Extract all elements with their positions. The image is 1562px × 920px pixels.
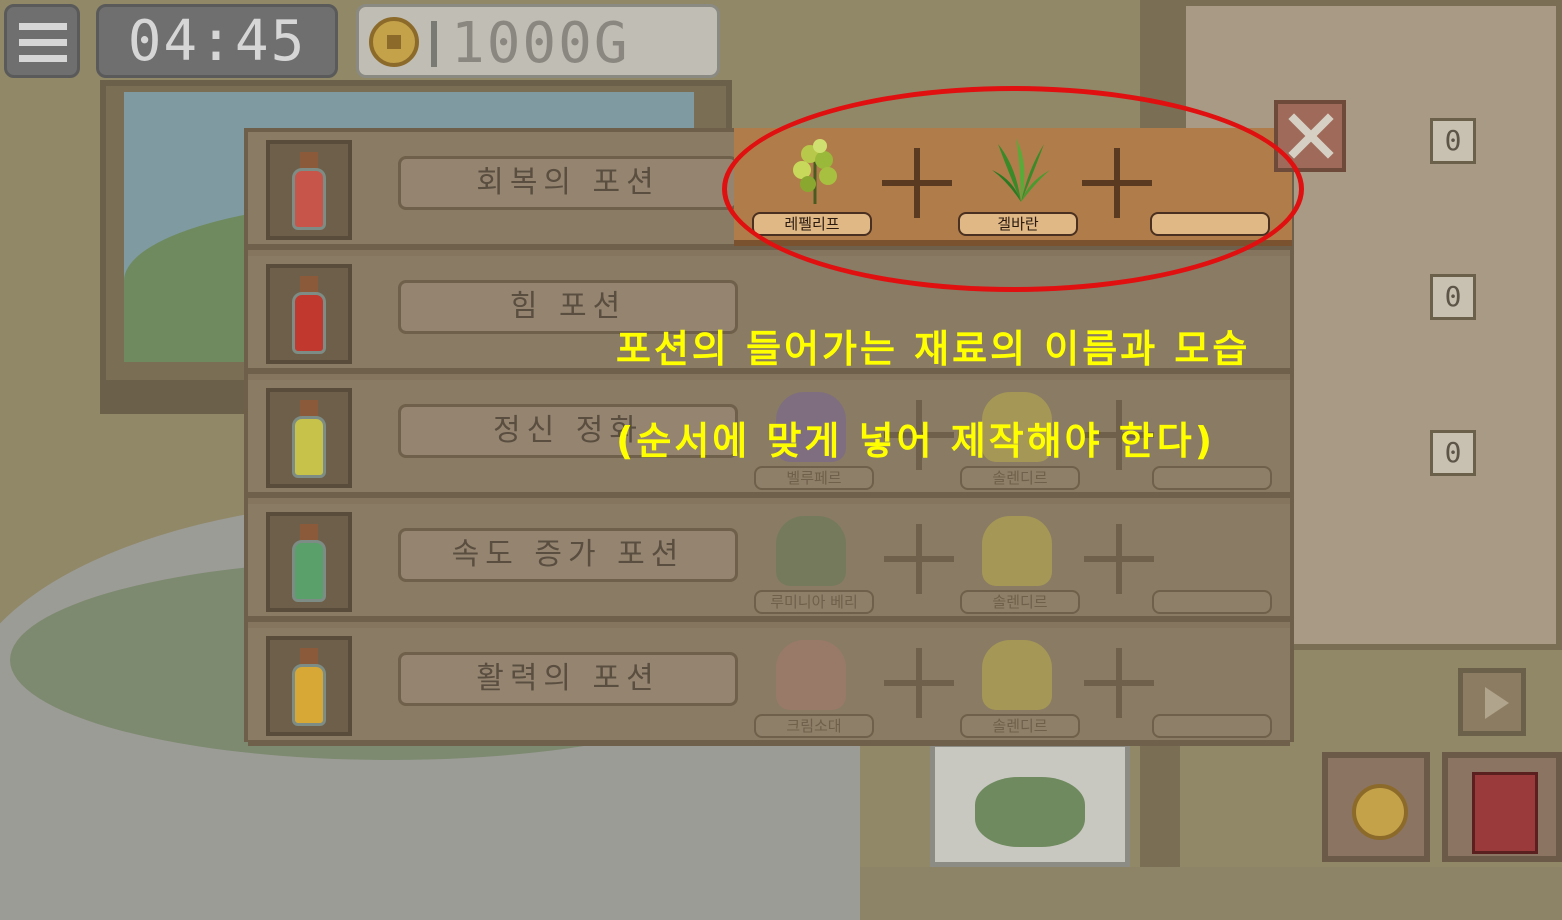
ingredient-label (1152, 714, 1272, 738)
ingredient-slot (1152, 634, 1272, 744)
coin-icon (369, 17, 419, 67)
gold-display: 1000G (356, 4, 720, 78)
recipe-name: 속도 증가 포션 (398, 528, 738, 582)
cork-icon (300, 648, 318, 664)
ingredient-slot: 레펠리프 (752, 132, 872, 240)
recipe-name: 활력의 포션 (398, 652, 738, 706)
ingredient-slot (1152, 510, 1272, 620)
coin-icon (1352, 784, 1408, 840)
ingredient-label: 벨루페르 (754, 466, 874, 490)
herb-icon (982, 640, 1052, 710)
potion-frame (266, 388, 352, 488)
ingredient-slot: 루미니아 베리 (754, 510, 874, 620)
cork-icon (300, 400, 318, 416)
potion-frame (266, 512, 352, 612)
herb-count-3: 0 (1430, 430, 1476, 476)
recipe-row[interactable]: 속도 증가 포션 루미니아 베리 솔렌디르 (248, 504, 1290, 622)
gold-amount: 1000G (451, 11, 630, 76)
ingredient-slot: 솔렌디르 (960, 510, 1080, 620)
potion-bottle-icon (292, 168, 326, 230)
herb-count-1: 0 (1430, 118, 1476, 164)
game-clock: 04:45 (96, 4, 338, 78)
aloe-herb-icon (992, 138, 1050, 202)
cork-icon (300, 152, 318, 168)
annotation-line-2: (순서에 맞게 넣어 제작해야 한다) (616, 419, 1216, 463)
ingredient-label: 레펠리프 (752, 212, 872, 236)
ingredient-label: 솔렌디르 (960, 590, 1080, 614)
plus-icon (882, 148, 952, 218)
ingredient-slot: 겔바란 (958, 132, 1078, 240)
recipe-row[interactable]: 활력의 포션 크림소대 솔렌디르 (248, 628, 1290, 746)
ingredient-slot: 솔렌디르 (960, 634, 1080, 744)
potion-frame (266, 264, 352, 364)
ingredient-slot: 크림소대 (754, 634, 874, 744)
herb-icon (982, 516, 1052, 586)
hamburger-line (19, 23, 67, 30)
potion-bottle-icon (292, 416, 326, 478)
highlighted-ingredients: 레펠리프 겔바란 (734, 128, 1292, 246)
ingredient-label: 솔렌디르 (960, 466, 1080, 490)
recipe-book-button[interactable] (1442, 752, 1562, 862)
divider (431, 21, 437, 67)
plus-icon (884, 648, 954, 718)
annotation-line-1: 포션의 들어가는 재료의 이름과 모습 (616, 327, 1251, 371)
potion-bottle-icon (292, 292, 326, 354)
herb-count-2: 0 (1430, 274, 1476, 320)
cork-icon (300, 276, 318, 292)
herb-icon (776, 516, 846, 586)
potion-bottle-icon (292, 664, 326, 726)
ingredient-label: 솔렌디르 (960, 714, 1080, 738)
plus-icon (1084, 648, 1154, 718)
ingredient-label: 크림소대 (754, 714, 874, 738)
menu-button[interactable] (4, 4, 80, 78)
ingredient-label: 겔바란 (958, 212, 1078, 236)
shop-button[interactable] (1322, 752, 1430, 862)
recipe-name: 회복의 포션 (398, 156, 738, 210)
plant-pot (930, 742, 1130, 867)
book-icon (1472, 772, 1538, 854)
potion-frame (266, 140, 352, 240)
ingredient-slot (1150, 132, 1270, 240)
plus-icon (1082, 148, 1152, 218)
ingredient-label (1150, 212, 1270, 236)
plus-icon (1084, 524, 1154, 594)
ingredient-label: 루미니아 베리 (754, 590, 874, 614)
hamburger-line (19, 55, 67, 62)
close-button[interactable] (1274, 100, 1346, 172)
plus-icon (884, 524, 954, 594)
hamburger-line (19, 39, 67, 46)
ingredient-label (1152, 590, 1272, 614)
cork-icon (300, 524, 318, 540)
leaf-herb-icon (793, 139, 837, 204)
mushroom-icon (776, 640, 846, 710)
ingredient-label (1152, 466, 1272, 490)
potion-frame (266, 636, 352, 736)
next-page-button[interactable] (1458, 668, 1526, 736)
potion-bottle-icon (292, 540, 326, 602)
